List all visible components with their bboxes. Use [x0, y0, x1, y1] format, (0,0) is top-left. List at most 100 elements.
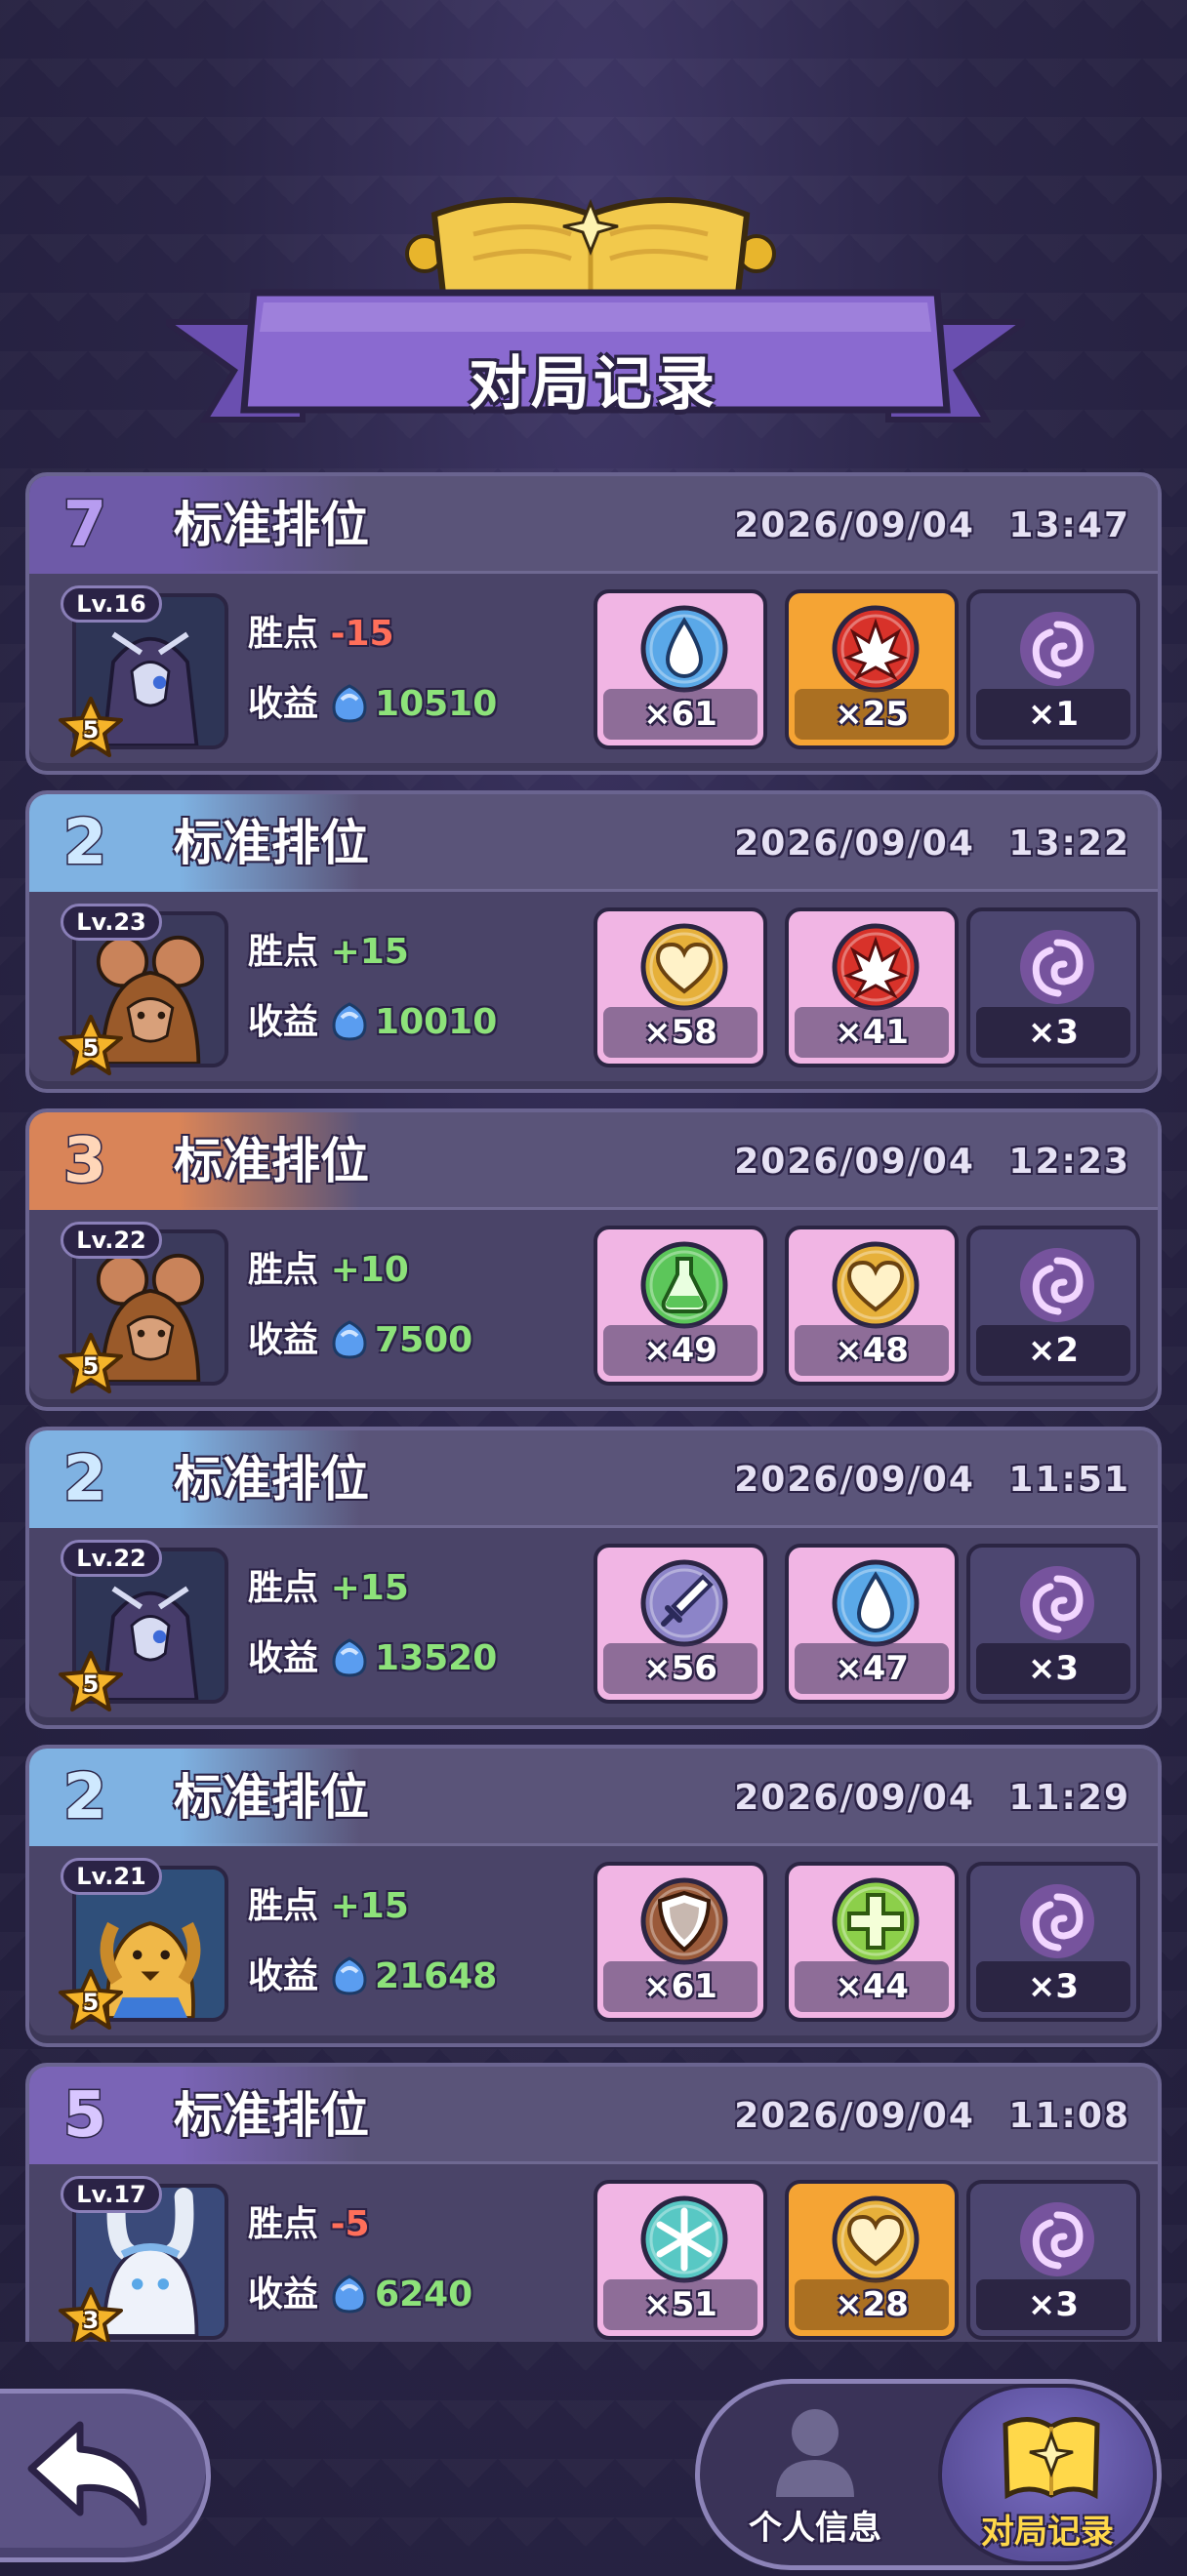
level-badge: Lv.21 [61, 1858, 162, 1895]
item-count: ×44 [795, 1961, 949, 2012]
reward-item-tile[interactable]: ×2 [966, 1226, 1140, 1386]
person-icon [776, 2409, 854, 2497]
match-record-list[interactable]: 7 标准排位 2026/09/04 13:47 Lv.16 5 胜点 -15 收… [25, 472, 1162, 2342]
card-header: 3 标准排位 2026/09/04 12:23 [29, 1112, 1158, 1210]
points-value: -15 [330, 614, 394, 654]
income-value: 7500 [375, 1320, 473, 1360]
match-record-card[interactable]: 7 标准排位 2026/09/04 13:47 Lv.16 5 胜点 -15 收… [25, 472, 1162, 775]
item-count: ×61 [603, 1961, 757, 2012]
gem-icon [332, 1002, 367, 1041]
reward-item-tile[interactable]: ×56 [594, 1544, 767, 1704]
item-count: ×56 [603, 1643, 757, 1694]
reward-item-tile[interactable]: ×49 [594, 1226, 767, 1386]
points-row: 胜点 +15 [248, 1561, 409, 1616]
reward-item-tile[interactable]: ×47 [785, 1544, 959, 1704]
item-count: ×49 [603, 1325, 757, 1376]
points-label: 胜点 [248, 1250, 319, 1290]
income-row: 收益 7500 [248, 1313, 472, 1368]
reward-item-tile[interactable]: ×3 [966, 2180, 1140, 2340]
back-button[interactable] [0, 2389, 211, 2562]
reward-item-tile[interactable]: ×3 [966, 1862, 1140, 2022]
rank-number: 7 [61, 488, 108, 563]
tab-match-records[interactable]: 对局记录 [938, 2384, 1157, 2565]
reward-item-tile[interactable]: ×44 [785, 1862, 959, 2022]
item-count: ×47 [795, 1643, 949, 1694]
card-header: 5 标准排位 2026/09/04 11:08 [29, 2067, 1158, 2164]
points-value: +15 [330, 1568, 409, 1608]
income-label: 收益 [248, 1956, 319, 1996]
heart-icon [832, 1241, 920, 1329]
income-value: 6240 [375, 2274, 473, 2314]
match-record-card[interactable]: 3 标准排位 2026/09/04 12:23 Lv.22 5 胜点 +10 收… [25, 1108, 1162, 1411]
item-count: ×3 [976, 2279, 1130, 2330]
level-badge: Lv.23 [61, 904, 162, 941]
star-rank-badge: 5 [57, 1967, 125, 2035]
item-count: ×25 [795, 689, 949, 740]
income-row: 收益 6240 [248, 2268, 472, 2322]
match-datetime: 2026/09/04 11:08 [734, 2096, 1130, 2136]
purple-wisp-icon [1020, 1884, 1094, 1958]
star-count: 5 [82, 1989, 100, 2016]
item-count: ×3 [976, 1643, 1130, 1694]
gem-icon [332, 1320, 367, 1359]
star-rank-badge: 5 [57, 1331, 125, 1399]
rank-number: 5 [61, 2078, 108, 2153]
reward-item-tile[interactable]: ×1 [966, 589, 1140, 749]
heart-icon [832, 2195, 920, 2283]
item-count: ×61 [603, 689, 757, 740]
star-count: 5 [82, 716, 100, 744]
reward-item-tile[interactable]: ×28 [785, 2180, 959, 2340]
card-header: 2 标准排位 2026/09/04 11:29 [29, 1749, 1158, 1846]
points-label: 胜点 [248, 614, 319, 654]
rank-number: 2 [61, 806, 108, 881]
reward-item-tile[interactable]: ×3 [966, 1544, 1140, 1704]
water-drop-icon [640, 605, 728, 693]
reward-item-tile[interactable]: ×3 [966, 907, 1140, 1067]
reward-item-tile[interactable]: ×51 [594, 2180, 767, 2340]
bottom-nav: 个人信息 对局记录 [695, 2379, 1162, 2570]
game-mode-label: 标准排位 [174, 497, 369, 553]
tab-profile[interactable]: 个人信息 [706, 2384, 924, 2565]
gem-icon [332, 2274, 367, 2314]
income-value: 10510 [375, 684, 498, 724]
purple-wisp-icon [1020, 2202, 1094, 2276]
reward-item-tile[interactable]: ×41 [785, 907, 959, 1067]
match-record-card[interactable]: 5 标准排位 2026/09/04 11:08 Lv.17 3 胜点 -5 收益… [25, 2063, 1162, 2342]
water-drop-icon [832, 1559, 920, 1647]
star-count: 5 [82, 1352, 100, 1380]
match-record-card[interactable]: 2 标准排位 2026/09/04 13:22 Lv.23 5 胜点 +15 收… [25, 790, 1162, 1093]
points-row: 胜点 -15 [248, 607, 394, 662]
rank-number: 2 [61, 1760, 108, 1835]
game-mode-label: 标准排位 [174, 815, 369, 871]
reward-item-tile[interactable]: ×25 [785, 589, 959, 749]
income-label: 收益 [248, 1320, 319, 1360]
points-label: 胜点 [248, 932, 319, 972]
star-count: 5 [82, 1034, 100, 1062]
points-value: +15 [330, 932, 409, 972]
match-datetime: 2026/09/04 12:23 [734, 1142, 1130, 1182]
plus-cross-icon [832, 1877, 920, 1965]
match-record-card[interactable]: 2 标准排位 2026/09/04 11:29 Lv.21 5 胜点 +15 收… [25, 1745, 1162, 2047]
income-label: 收益 [248, 1002, 319, 1042]
reward-item-tile[interactable]: ×61 [594, 589, 767, 749]
reward-item-tile[interactable]: ×61 [594, 1862, 767, 2022]
income-label: 收益 [248, 1638, 319, 1678]
card-header: 2 标准排位 2026/09/04 13:22 [29, 794, 1158, 892]
income-value: 21648 [375, 1956, 498, 1996]
star-rank-badge: 5 [57, 1649, 125, 1717]
income-label: 收益 [248, 684, 319, 724]
reward-item-tile[interactable]: ×48 [785, 1226, 959, 1386]
reward-item-tile[interactable]: ×58 [594, 907, 767, 1067]
header-banner: 对局记录 [0, 176, 1187, 439]
star-count: 5 [82, 1670, 100, 1698]
points-label: 胜点 [248, 2204, 319, 2244]
gem-icon [332, 1956, 367, 1995]
item-count: ×28 [795, 2279, 949, 2330]
match-record-card[interactable]: 2 标准排位 2026/09/04 11:51 Lv.22 5 胜点 +15 收… [25, 1427, 1162, 1729]
match-datetime: 2026/09/04 13:47 [734, 505, 1130, 545]
tab-profile-label: 个人信息 [749, 2509, 881, 2548]
points-row: 胜点 +10 [248, 1243, 409, 1298]
points-row: 胜点 -5 [248, 2197, 370, 2252]
level-badge: Lv.22 [61, 1222, 162, 1259]
gem-icon [332, 684, 367, 723]
